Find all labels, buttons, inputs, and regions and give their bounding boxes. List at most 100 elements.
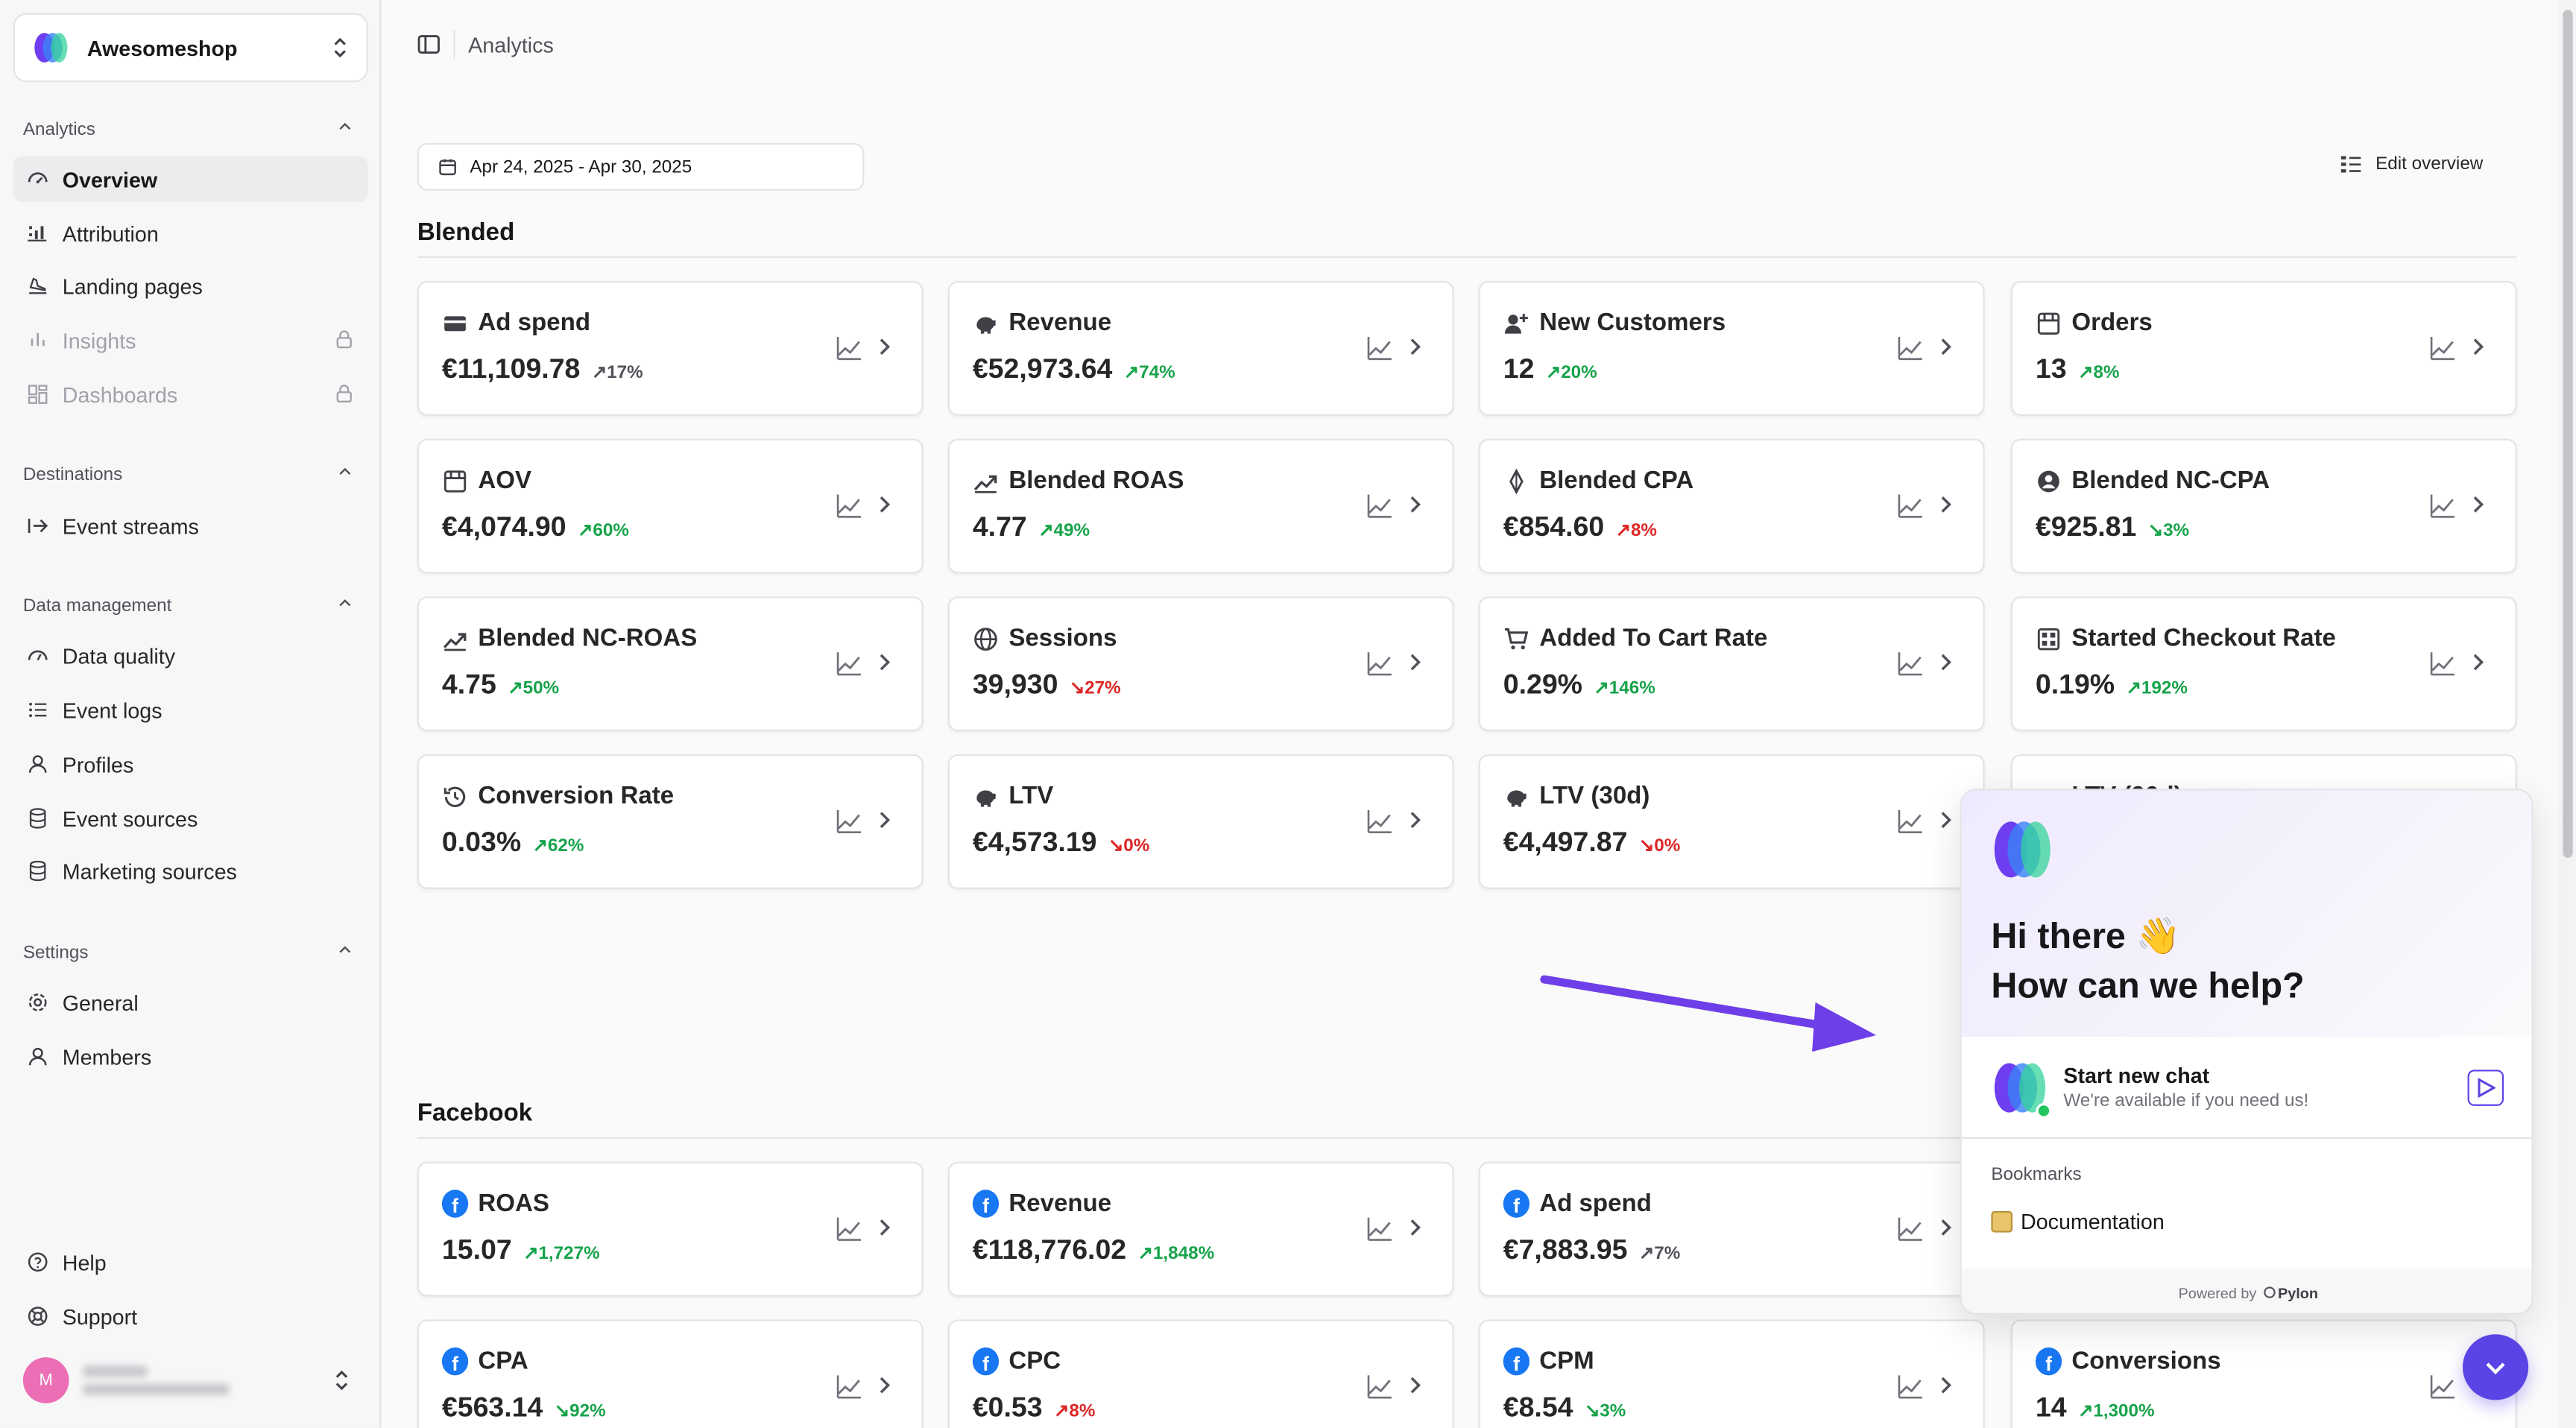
line-chart-icon[interactable] bbox=[836, 1216, 862, 1251]
chevron-right-icon[interactable] bbox=[872, 651, 895, 682]
metric-card[interactable]: New Customers 12 ↗20% bbox=[1478, 281, 1985, 416]
line-chart-icon[interactable] bbox=[1898, 1216, 1924, 1251]
sidebar-item-landing-pages[interactable]: Landing pages bbox=[13, 263, 368, 309]
chevron-right-icon[interactable] bbox=[872, 1216, 895, 1248]
sidebar-item-event-sources[interactable]: Event sources bbox=[13, 795, 368, 841]
chevron-right-icon[interactable] bbox=[2466, 651, 2489, 682]
sidebar-item-event-streams[interactable]: Event streams bbox=[13, 503, 368, 549]
section-header-1[interactable]: Destinations bbox=[23, 462, 355, 487]
sidebar-item-event-logs[interactable]: Event logs bbox=[13, 687, 368, 733]
line-chart-icon[interactable] bbox=[2430, 651, 2456, 685]
sidebar-item-data-quality[interactable]: Data quality bbox=[13, 633, 368, 679]
metric-card[interactable]: f ROAS 15.07 ↗1,727% bbox=[417, 1161, 924, 1297]
metric-card[interactable]: f Conversions 14 ↗1,300% bbox=[2010, 1319, 2517, 1428]
metric-card[interactable]: Blended ROAS 4.77 ↗49% bbox=[947, 438, 1454, 574]
metric-card[interactable]: f CPA €563.14 ↘92% bbox=[417, 1319, 924, 1428]
chevron-up-icon[interactable] bbox=[335, 940, 355, 964]
scrollbar-thumb[interactable] bbox=[2563, 10, 2573, 858]
chevron-right-icon[interactable] bbox=[1933, 809, 1957, 840]
chevron-right-icon[interactable] bbox=[1403, 651, 1426, 682]
chevron-right-icon[interactable] bbox=[1933, 1216, 1957, 1248]
chevron-right-icon[interactable] bbox=[1403, 493, 1426, 524]
line-chart-icon[interactable] bbox=[836, 1374, 862, 1408]
chevron-right-icon[interactable] bbox=[872, 335, 895, 367]
sidebar-item-insights[interactable]: Insights bbox=[13, 317, 368, 364]
metric-value-row: 0.29% ↗146% bbox=[1503, 669, 1655, 701]
metric-card[interactable]: Blended CPA €854.60 ↗8% bbox=[1478, 438, 1985, 574]
line-chart-icon[interactable] bbox=[1367, 1216, 1393, 1251]
metric-card[interactable]: Started Checkout Rate 0.19% ↗192% bbox=[2010, 596, 2517, 732]
section-header-0[interactable]: Analytics bbox=[23, 117, 355, 142]
sidebar-item-general[interactable]: General bbox=[13, 979, 368, 1026]
line-chart-icon[interactable] bbox=[2430, 335, 2456, 370]
metric-card[interactable]: f Revenue €118,776.02 ↗1,848% bbox=[947, 1161, 1454, 1297]
metric-card[interactable]: Blended NC-CPA €925.81 ↘3% bbox=[2010, 438, 2517, 574]
line-chart-icon[interactable] bbox=[836, 335, 862, 370]
sidebar-item-help[interactable]: Help bbox=[13, 1239, 368, 1285]
sidebar-item-members[interactable]: Members bbox=[13, 1034, 368, 1080]
chevron-right-icon[interactable] bbox=[1403, 335, 1426, 367]
chevron-right-icon[interactable] bbox=[1933, 1374, 1957, 1405]
chevron-right-icon[interactable] bbox=[1933, 651, 1957, 682]
line-chart-icon[interactable] bbox=[836, 809, 862, 843]
sidebar-item-profiles[interactable]: Profiles bbox=[13, 741, 368, 787]
line-chart-icon[interactable] bbox=[1898, 651, 1924, 685]
line-chart-icon[interactable] bbox=[836, 651, 862, 685]
sidebar-item-marketing-sources[interactable]: Marketing sources bbox=[13, 848, 368, 894]
chevron-right-icon[interactable] bbox=[1933, 493, 1957, 524]
line-chart-icon[interactable] bbox=[1367, 335, 1393, 370]
chat-toggle-button[interactable] bbox=[2462, 1334, 2529, 1400]
line-chart-icon[interactable] bbox=[1898, 493, 1924, 527]
metric-card[interactable]: f CPC €0.53 ↗8% bbox=[947, 1319, 1454, 1428]
sidebar-item-support[interactable]: Support bbox=[13, 1293, 368, 1339]
section-header-3[interactable]: Settings bbox=[23, 940, 355, 964]
line-chart-icon[interactable] bbox=[1898, 335, 1924, 370]
sidebar-item-dashboards[interactable]: Dashboards bbox=[13, 371, 368, 417]
sidebar-toggle-icon[interactable] bbox=[417, 33, 441, 56]
line-chart-icon[interactable] bbox=[1367, 809, 1393, 843]
metric-card[interactable]: LTV €4,573.19 ↘0% bbox=[947, 754, 1454, 889]
line-chart-icon[interactable] bbox=[2430, 1374, 2456, 1408]
send-icon[interactable] bbox=[2467, 1070, 2504, 1106]
line-chart-icon[interactable] bbox=[1898, 809, 1924, 843]
line-chart-icon[interactable] bbox=[836, 493, 862, 527]
metric-card[interactable]: Added To Cart Rate 0.29% ↗146% bbox=[1478, 596, 1985, 732]
section-header-2[interactable]: Data management bbox=[23, 593, 355, 618]
metric-card[interactable]: LTV (30d) €4,497.87 ↘0% bbox=[1478, 754, 1985, 889]
chevron-right-icon[interactable] bbox=[2466, 335, 2489, 367]
chevron-right-icon[interactable] bbox=[872, 493, 895, 524]
line-chart-icon[interactable] bbox=[2430, 493, 2456, 527]
bookmark-documentation[interactable]: Documentation bbox=[1991, 1210, 2165, 1234]
workspace-switcher[interactable]: Awesomeshop bbox=[13, 13, 368, 83]
page-scrollbar[interactable] bbox=[2557, 0, 2576, 1428]
chevron-up-icon[interactable] bbox=[335, 462, 355, 487]
line-chart-icon[interactable] bbox=[1367, 1374, 1393, 1408]
chevron-right-icon[interactable] bbox=[1403, 1216, 1426, 1248]
line-chart-icon[interactable] bbox=[1367, 651, 1393, 685]
metric-card[interactable]: Orders 13 ↗8% bbox=[2010, 281, 2517, 416]
start-new-chat[interactable]: Start new chat We're available if you ne… bbox=[1961, 1037, 2532, 1139]
line-chart-icon[interactable] bbox=[1898, 1374, 1924, 1408]
chevron-right-icon[interactable] bbox=[1403, 809, 1426, 840]
chevron-right-icon[interactable] bbox=[872, 1374, 895, 1405]
metric-card[interactable]: Blended NC-ROAS 4.75 ↗50% bbox=[417, 596, 924, 732]
user-menu[interactable]: M bbox=[13, 1350, 368, 1409]
metric-card[interactable]: AOV €4,074.90 ↗60% bbox=[417, 438, 924, 574]
metric-card[interactable]: Revenue €52,973.64 ↗74% bbox=[947, 281, 1454, 416]
date-range-picker[interactable]: Apr 24, 2025 - Apr 30, 2025 bbox=[417, 142, 865, 191]
chevron-right-icon[interactable] bbox=[872, 809, 895, 840]
line-chart-icon[interactable] bbox=[1367, 493, 1393, 527]
chevron-right-icon[interactable] bbox=[1933, 335, 1957, 367]
chevron-right-icon[interactable] bbox=[1403, 1374, 1426, 1405]
metric-card[interactable]: Conversion Rate 0.03% ↗62% bbox=[417, 754, 924, 889]
sidebar-item-attribution[interactable]: Attribution bbox=[13, 210, 368, 256]
chevron-up-icon[interactable] bbox=[335, 117, 355, 142]
metric-card[interactable]: Sessions 39,930 ↘27% bbox=[947, 596, 1454, 732]
chevron-right-icon[interactable] bbox=[2466, 493, 2489, 524]
metric-card[interactable]: f CPM €8.54 ↘3% bbox=[1478, 1319, 1985, 1428]
sidebar-item-overview[interactable]: Overview bbox=[13, 156, 368, 203]
chevron-up-icon[interactable] bbox=[335, 593, 355, 618]
metric-card[interactable]: f Ad spend €7,883.95 ↗7% bbox=[1478, 1161, 1985, 1297]
metric-card[interactable]: Ad spend €11,109.78 ↗17% bbox=[417, 281, 924, 416]
edit-overview-button[interactable]: Edit overview bbox=[2340, 154, 2483, 174]
